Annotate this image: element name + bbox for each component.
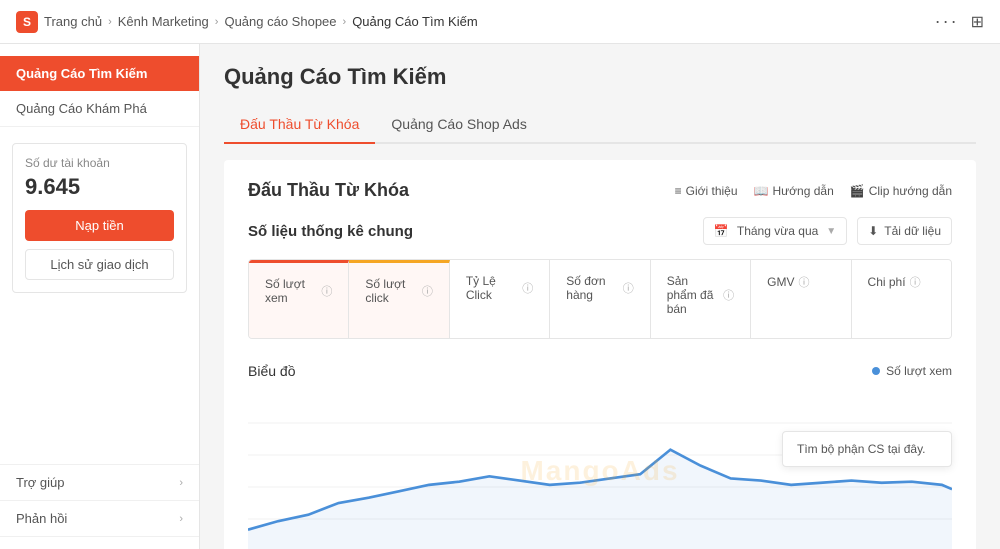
chevron-down-icon: ▼ [826, 226, 836, 237]
stat-label-luot-click: Số lượt click ⓘ [365, 277, 432, 305]
stat-card-chi-phi[interactable]: Chi phí ⓘ [852, 260, 951, 338]
breadcrumb-sep-3: › [343, 16, 347, 28]
grid-icon[interactable]: ⊞ [971, 12, 984, 32]
dau-thau-title: Đấu Thầu Từ Khóa [248, 180, 409, 201]
tab-shop-ads[interactable]: Quảng Cáo Shop Ads [375, 106, 542, 144]
date-filter[interactable]: 📅 Tháng vừa qua ▼ [703, 217, 847, 245]
stats-controls: Số liệu thống kê chung 📅 Tháng vừa qua ▼… [248, 217, 952, 245]
tabs: Đấu Thầu Từ Khóa Quảng Cáo Shop Ads [224, 106, 976, 144]
stat-card-luot-xem[interactable]: Số lượt xem ⓘ [249, 260, 349, 338]
sidebar: Quảng Cáo Tìm Kiếm Quảng Cáo Khám Phá Số… [0, 44, 200, 549]
info-icon-6[interactable]: ⓘ [910, 274, 921, 290]
info-icon-0[interactable]: ⓘ [321, 283, 332, 299]
sidebar-item-feedback[interactable]: Phản hồi › [0, 501, 199, 537]
balance-label: Số dư tài khoản [25, 156, 174, 170]
chart-header: Biểu đồ Số lượt xem [248, 363, 952, 379]
dau-thau-header: Đấu Thầu Từ Khóa ≡ Giới thiệu 📖 Hướng dẫ… [248, 180, 952, 201]
info-links: ≡ Giới thiệu 📖 Hướng dẫn 🎬 Clip hướng dẫ… [675, 184, 952, 198]
download-icon: ⬇ [868, 224, 878, 238]
main-section-card: Đấu Thầu Từ Khóa ≡ Giới thiệu 📖 Hướng dẫ… [224, 160, 976, 549]
main-content: Quảng Cáo Tìm Kiếm Đấu Thầu Từ Khóa Quản… [200, 44, 1000, 549]
layout: Quảng Cáo Tìm Kiếm Quảng Cáo Khám Phá Số… [0, 44, 1000, 549]
huong-dan-link[interactable]: 📖 Hướng dẫn [754, 184, 834, 198]
tab-dau-thau[interactable]: Đấu Thầu Từ Khóa [224, 106, 375, 144]
stat-label-san-pham: Sản phẩm đã bán ⓘ [667, 274, 734, 316]
stat-card-gmv[interactable]: GMV ⓘ [751, 260, 851, 338]
sidebar-bottom: Trợ giúp › Phản hồi › [0, 464, 199, 537]
tooltip-bubble: Tìm bộ phận CS tại đây. [782, 431, 952, 467]
chevron-right-icon-2: › [179, 513, 183, 525]
top-nav: S Trang chủ › Kênh Marketing › Quảng cáo… [0, 0, 1000, 44]
stat-label-ty-le: Tỷ Lệ Click ⓘ [466, 274, 533, 302]
chart-legend: Số lượt xem [872, 364, 952, 378]
breadcrumb-sep-2: › [215, 16, 219, 28]
lich-su-button[interactable]: Lịch sử giao dịch [25, 249, 174, 280]
calendar-icon: 📅 [714, 224, 729, 238]
shopee-logo-icon: S [16, 11, 38, 33]
stat-card-san-pham[interactable]: Sản phẩm đã bán ⓘ [651, 260, 751, 338]
stat-card-ty-le[interactable]: Tỷ Lệ Click ⓘ [450, 260, 550, 338]
chevron-right-icon: › [179, 477, 183, 489]
video-icon: 🎬 [850, 184, 865, 198]
stat-label-gmv: GMV ⓘ [767, 274, 834, 290]
breadcrumb-sep-1: › [108, 16, 112, 28]
more-icon[interactable]: ··· [935, 11, 959, 32]
list-icon: ≡ [675, 184, 682, 198]
export-button[interactable]: ⬇ Tải dữ liệu [857, 217, 952, 245]
gioi-thieu-link[interactable]: ≡ Giới thiệu [675, 184, 738, 198]
stat-label-luot-xem: Số lượt xem ⓘ [265, 277, 332, 305]
sidebar-item-help[interactable]: Trợ giúp › [0, 465, 199, 501]
stat-label-chi-phi: Chi phí ⓘ [868, 274, 935, 290]
chart-title: Biểu đồ [248, 363, 295, 379]
chart-container: MangoAds [248, 391, 952, 549]
balance-amount: 9.645 [25, 174, 174, 200]
breadcrumb-home[interactable]: Trang chủ [44, 14, 102, 29]
so-lieu-label: Số liệu thống kê chung [248, 223, 413, 240]
nap-tien-button[interactable]: Nạp tiền [25, 210, 174, 241]
sidebar-main-label[interactable]: Quảng Cáo Tìm Kiếm [0, 56, 199, 91]
info-icon-2[interactable]: ⓘ [522, 280, 533, 296]
chart-area: Biểu đồ Số lượt xem MangoAds [248, 363, 952, 549]
stat-label-don-hang: Số đơn hàng ⓘ [566, 274, 633, 302]
top-nav-right: ··· ⊞ [935, 11, 984, 32]
book-icon: 📖 [754, 184, 769, 198]
info-icon-5[interactable]: ⓘ [798, 274, 809, 290]
info-icon-3[interactable]: ⓘ [623, 280, 634, 296]
breadcrumb-current: Quảng Cáo Tìm Kiếm [352, 14, 477, 29]
info-icon-1[interactable]: ⓘ [422, 283, 433, 299]
stat-card-don-hang[interactable]: Số đơn hàng ⓘ [550, 260, 650, 338]
stats-row: Số lượt xem ⓘ Số lượt click ⓘ [248, 259, 952, 339]
breadcrumb-marketing[interactable]: Kênh Marketing [118, 14, 209, 29]
chart-svg [248, 391, 952, 549]
legend-dot [872, 367, 880, 375]
breadcrumb-quangcao[interactable]: Quảng cáo Shopee [224, 14, 336, 29]
sidebar-item-khampha[interactable]: Quảng Cáo Khám Phá [0, 91, 199, 127]
page-title: Quảng Cáo Tìm Kiếm [224, 64, 976, 90]
stat-card-luot-click[interactable]: Số lượt click ⓘ [349, 260, 449, 338]
clip-huong-dan-link[interactable]: 🎬 Clip hướng dẫn [850, 184, 952, 198]
info-icon-4[interactable]: ⓘ [723, 287, 734, 303]
sidebar-balance-box: Số dư tài khoản 9.645 Nạp tiền Lịch sử g… [12, 143, 187, 293]
